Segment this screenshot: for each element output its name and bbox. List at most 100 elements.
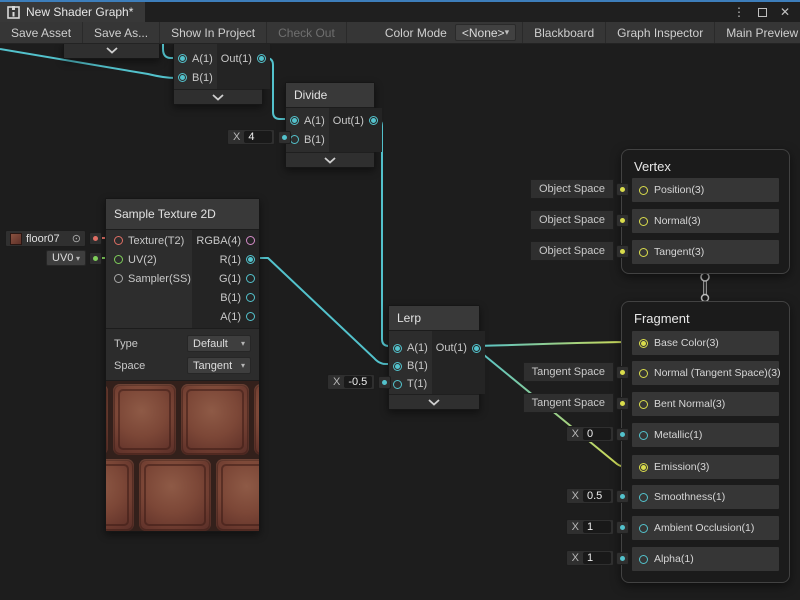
tangent-space-tag[interactable]: Tangent Space (523, 362, 629, 382)
ambient-occlusion-port[interactable] (639, 524, 648, 533)
node-partial-topleft[interactable] (63, 44, 160, 59)
value-field[interactable]: X 4 (227, 129, 275, 145)
field-value[interactable]: 0 (583, 428, 611, 440)
add-input-a-port[interactable] (178, 54, 187, 63)
sample-input-texture-port[interactable] (114, 236, 123, 245)
chevron-down-icon: ▾ (76, 254, 80, 263)
blackboard-toggle-button[interactable]: Blackboard (522, 22, 605, 43)
value-field[interactable]: X 0 (566, 426, 614, 442)
port-row: RGBA(4) (192, 231, 259, 250)
sample-output-r-port[interactable] (246, 255, 255, 264)
metallic-port[interactable] (639, 431, 648, 440)
wire-sample-r-to-lerp-b[interactable] (254, 258, 393, 364)
expand-preview-chevron[interactable] (286, 152, 374, 167)
window-menu-icon[interactable]: ⋮ (733, 6, 745, 18)
port-label: B(1) (192, 72, 213, 84)
value-field[interactable]: X 0.5 (566, 488, 614, 504)
sample-output-b-port[interactable] (246, 293, 255, 302)
object-space-tag[interactable]: Object Space (530, 241, 629, 261)
graph-canvas[interactable]: A(1) B(1) Out(1) (0, 44, 800, 600)
field-axis-label: X (572, 552, 579, 564)
value-field[interactable]: X 1 (566, 519, 614, 535)
fragment-base-color-row[interactable]: Base Color(3) (632, 331, 779, 355)
lerp-input-a-port[interactable] (393, 344, 402, 353)
tangent-port[interactable] (639, 248, 648, 257)
position-port[interactable] (639, 186, 648, 195)
tab-new-shader-graph[interactable]: New Shader Graph* (0, 2, 145, 22)
fragment-emission-row[interactable]: Emission(3) (632, 455, 779, 479)
object-space-tag[interactable]: Object Space (530, 179, 629, 199)
vertex-normal-row[interactable]: Normal(3) (632, 209, 779, 233)
color-mode-label: Color Mode (377, 22, 455, 43)
show-in-project-button[interactable]: Show In Project (160, 22, 267, 43)
sample-output-a-port[interactable] (246, 312, 255, 321)
fragment-ambient-occlusion-row[interactable]: Ambient Occlusion(1) (632, 516, 779, 540)
node-divide[interactable]: Divide A(1) B(1) Out(1) (285, 82, 375, 168)
vertex-tangent-row[interactable]: Tangent(3) (632, 240, 779, 264)
vertex-context-block[interactable]: Vertex Position(3) Normal(3) Tangent(3) (621, 149, 790, 274)
sample-output-g-port[interactable] (246, 274, 255, 283)
node-lerp[interactable]: Lerp A(1) B(1) T(1) (388, 305, 480, 410)
field-value[interactable]: -0.5 (344, 376, 372, 388)
save-as-button[interactable]: Save As... (83, 22, 160, 43)
texture-object-field[interactable]: floor07 ⊙ (5, 230, 86, 247)
bent-normal-port[interactable] (639, 400, 648, 409)
node-title[interactable]: Divide (286, 83, 374, 107)
stub-connector (378, 376, 391, 389)
uv-channel-dropdown[interactable]: UV0 ▾ (46, 250, 86, 266)
stub-connector (89, 232, 102, 245)
tag-label: Object Space (530, 179, 614, 199)
main-preview-toggle-button[interactable]: Main Preview (714, 22, 800, 43)
divide-input-a-port[interactable] (290, 116, 299, 125)
wire-lerp-out-to-base-color[interactable] (473, 342, 640, 346)
fragment-normal-row[interactable]: Normal (Tangent Space)(3) (632, 361, 779, 385)
lerp-input-t-port[interactable] (393, 380, 402, 389)
normal-tangent-space-port[interactable] (639, 369, 648, 378)
divide-input-b-port[interactable] (290, 135, 299, 144)
value-field[interactable]: X -0.5 (327, 374, 375, 390)
emission-port[interactable] (639, 463, 648, 472)
fragment-metallic-row[interactable]: Metallic(1) (632, 423, 779, 447)
normal-port[interactable] (639, 217, 648, 226)
lerp-input-b-port[interactable] (393, 362, 402, 371)
sample-input-uv-port[interactable] (114, 255, 123, 264)
check-out-button: Check Out (267, 22, 347, 43)
sample-output-rgba-port[interactable] (246, 236, 255, 245)
space-value: Tangent (193, 360, 232, 372)
node-add[interactable]: A(1) B(1) Out(1) (173, 44, 263, 105)
tangent-space-tag[interactable]: Tangent Space (523, 393, 629, 413)
node-title[interactable]: Lerp (389, 306, 479, 330)
type-dropdown[interactable]: Default ▾ (187, 335, 251, 352)
object-picker-icon[interactable]: ⊙ (72, 232, 81, 245)
smoothness-port[interactable] (639, 493, 648, 502)
fragment-context-block[interactable]: Fragment Base Color(3) Normal (Tangent S… (621, 301, 790, 583)
close-icon[interactable]: ✕ (780, 6, 790, 18)
expand-preview-chevron[interactable] (64, 44, 159, 58)
fragment-alpha-row[interactable]: Alpha(1) (632, 547, 779, 571)
field-value[interactable]: 1 (583, 521, 611, 533)
node-sample-texture-2d[interactable]: Sample Texture 2D Texture(T2) UV(2) Samp… (105, 198, 260, 532)
field-value[interactable]: 4 (244, 131, 272, 143)
color-mode-dropdown[interactable]: <None> ▾ (455, 24, 516, 41)
fragment-bent-normal-row[interactable]: Bent Normal(3) (632, 392, 779, 416)
alpha-port[interactable] (639, 555, 648, 564)
space-dropdown[interactable]: Tangent ▾ (187, 357, 251, 374)
expand-preview-chevron[interactable] (174, 89, 262, 104)
field-value[interactable]: 1 (583, 552, 611, 564)
maximize-icon[interactable] (758, 8, 767, 17)
divide-output-port[interactable] (369, 116, 378, 125)
node-title[interactable]: Sample Texture 2D (106, 199, 259, 229)
graph-inspector-toggle-button[interactable]: Graph Inspector (605, 22, 714, 43)
value-field[interactable]: X 1 (566, 550, 614, 566)
base-color-port[interactable] (639, 339, 648, 348)
expand-preview-chevron[interactable] (389, 394, 479, 409)
lerp-output-port[interactable] (472, 344, 481, 353)
save-asset-button[interactable]: Save Asset (0, 22, 83, 43)
add-input-b-port[interactable] (178, 73, 187, 82)
fragment-smoothness-row[interactable]: Smoothness(1) (632, 485, 779, 509)
object-space-tag[interactable]: Object Space (530, 210, 629, 230)
vertex-position-row[interactable]: Position(3) (632, 178, 779, 202)
field-value[interactable]: 0.5 (583, 490, 611, 502)
sample-input-sampler-port[interactable] (114, 274, 123, 283)
add-output-port[interactable] (257, 54, 266, 63)
